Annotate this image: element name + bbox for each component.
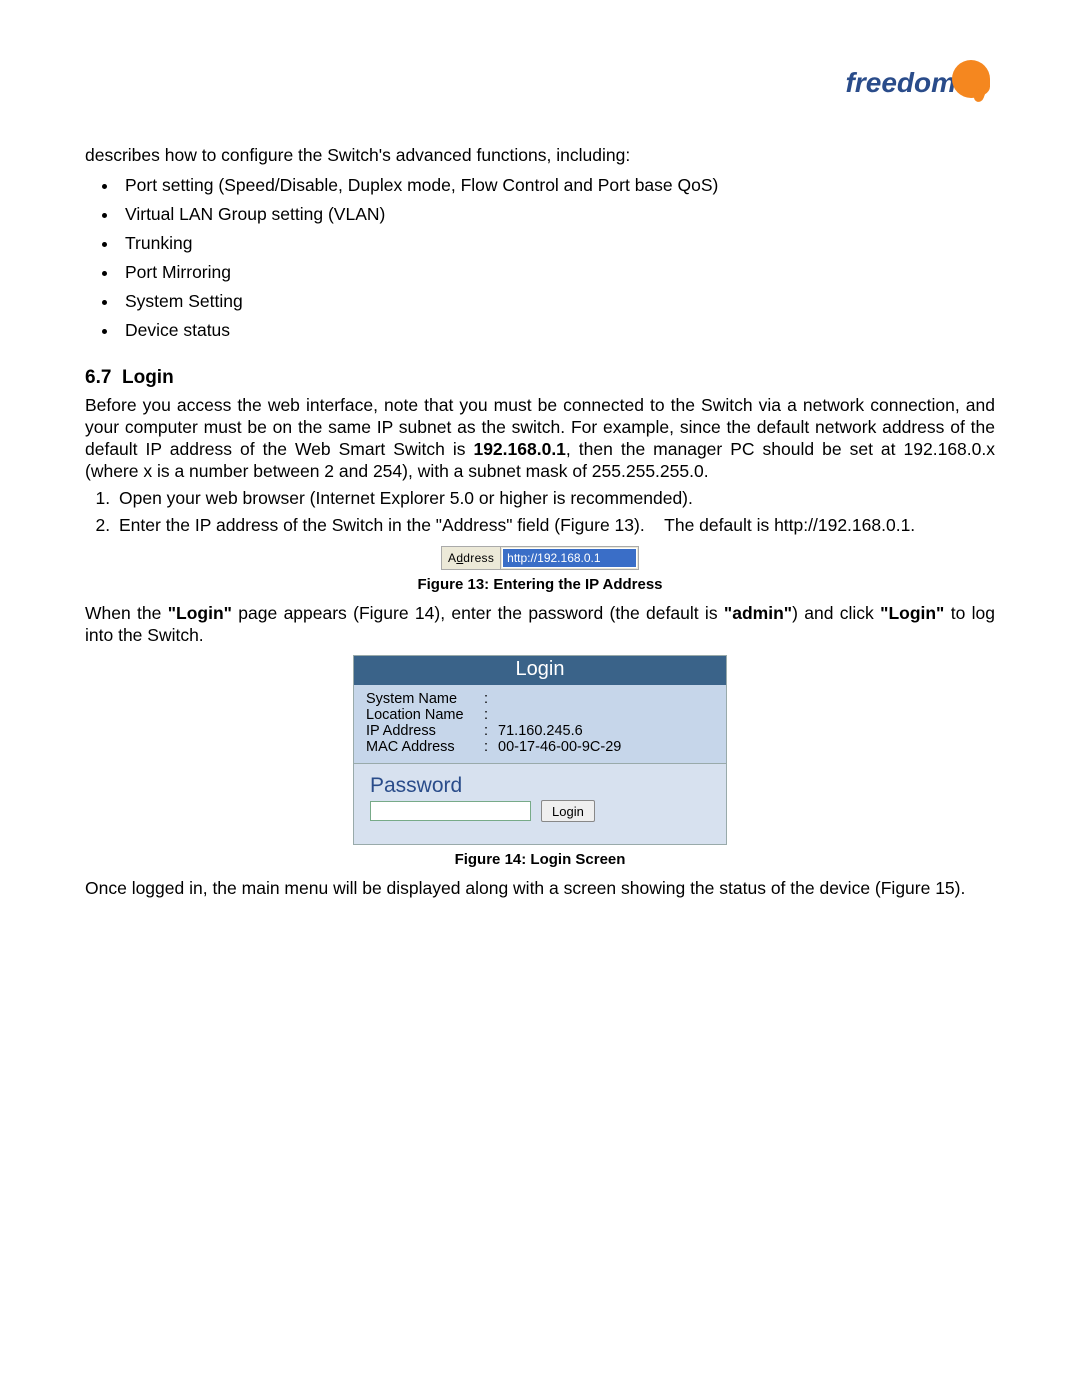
section-heading: 6.7 Login [85, 367, 995, 389]
login-title: Login [354, 656, 726, 685]
login-info-panel: System Name: Location Name: IP Address: … [354, 685, 726, 764]
list-item: Device status [119, 320, 995, 341]
figure-14-caption: Figure 14: Login Screen [85, 851, 995, 868]
info-row: Location Name: [366, 707, 714, 723]
list-item: Port setting (Speed/Disable, Duplex mode… [119, 175, 995, 196]
login-button[interactable]: Login [541, 800, 595, 822]
figure-13-caption: Figure 13: Entering the IP Address [85, 576, 995, 593]
password-label: Password [370, 774, 716, 798]
list-item: Port Mirroring [119, 262, 995, 283]
intro-text: describes how to configure the Switch's … [85, 145, 995, 167]
login-password-panel: Password Login [354, 764, 726, 844]
default-ip-bold: 192.168.0.1 [473, 439, 565, 459]
steps-list: Open your web browser (Internet Explorer… [85, 488, 995, 536]
info-row: System Name: [366, 691, 714, 707]
step-item: Open your web browser (Internet Explorer… [115, 488, 995, 509]
brand-text: freedom [846, 67, 956, 98]
login-screen-figure: Login System Name: Location Name: IP Add… [353, 655, 727, 845]
login-intro-paragraph: Before you access the web interface, not… [85, 395, 995, 483]
section-title: Login [122, 367, 174, 388]
admin-bold: "admin" [724, 603, 792, 623]
brand-swirl-icon [952, 60, 990, 98]
address-label: Address [442, 547, 501, 569]
login-instruction-paragraph: When the "Login" page appears (Figure 14… [85, 603, 995, 647]
address-input[interactable]: http://192.168.0.1 [502, 548, 637, 568]
info-row: MAC Address: 00-17-46-00-9C-29 [366, 739, 714, 755]
password-input[interactable] [370, 801, 531, 821]
brand-logo: freedom [846, 60, 990, 99]
section-number: 6.7 [85, 367, 111, 388]
address-bar-figure: Address http://192.168.0.1 [441, 546, 639, 570]
list-item: Virtual LAN Group setting (VLAN) [119, 204, 995, 225]
login-bold-2: "Login" [880, 603, 944, 623]
info-row: IP Address: 71.160.245.6 [366, 723, 714, 739]
step-item: Enter the IP address of the Switch in th… [115, 515, 995, 536]
login-bold-1: "Login" [168, 603, 232, 623]
list-item: System Setting [119, 291, 995, 312]
feature-list: Port setting (Speed/Disable, Duplex mode… [85, 175, 995, 341]
list-item: Trunking [119, 233, 995, 254]
closing-paragraph: Once logged in, the main menu will be di… [85, 878, 995, 900]
